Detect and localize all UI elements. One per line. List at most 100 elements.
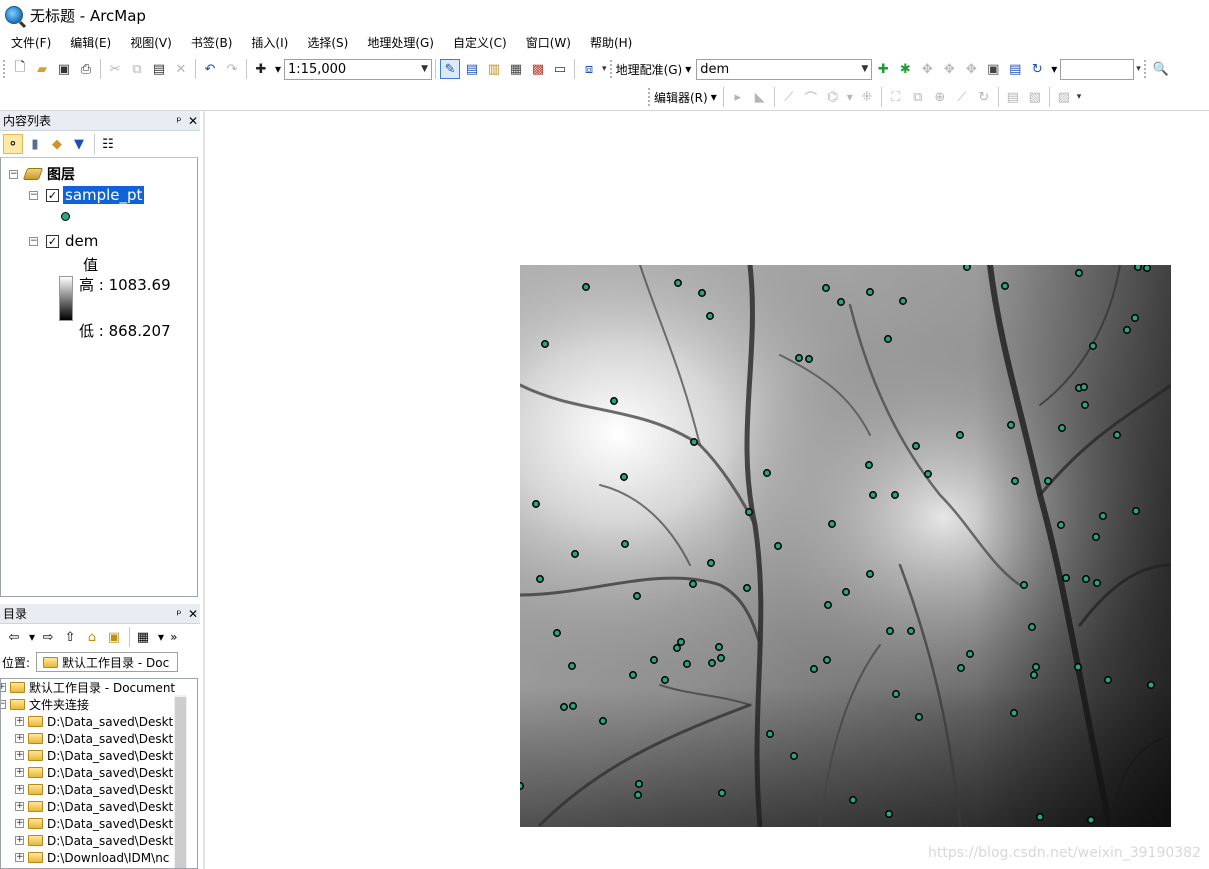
sample-point[interactable] bbox=[568, 662, 576, 670]
sample-point[interactable] bbox=[683, 660, 691, 668]
sample-point[interactable] bbox=[1007, 421, 1015, 429]
sample-point[interactable] bbox=[763, 469, 771, 477]
select-link-icon[interactable]: ✥ bbox=[917, 59, 937, 79]
sample-point[interactable] bbox=[915, 713, 923, 721]
sample-point[interactable] bbox=[661, 676, 669, 684]
redo-icon[interactable]: ↷ bbox=[222, 59, 242, 79]
sample-point[interactable] bbox=[842, 588, 850, 596]
scrollbar-thumb[interactable] bbox=[175, 697, 186, 868]
rotate-dropdown-icon[interactable]: ▾ bbox=[1048, 62, 1060, 76]
sample-point[interactable] bbox=[633, 592, 641, 600]
dem-raster[interactable] bbox=[520, 265, 1171, 827]
delete-icon[interactable]: ✕ bbox=[171, 59, 191, 79]
sample-point[interactable] bbox=[957, 664, 965, 672]
map-display[interactable]: https://blog.csdn.net/weixin_39190382 bbox=[205, 111, 1209, 869]
sample-point[interactable] bbox=[866, 288, 874, 296]
sample-point[interactable] bbox=[810, 665, 818, 673]
auto-register-icon[interactable]: ✱ bbox=[895, 59, 915, 79]
home-icon[interactable]: ⌂ bbox=[82, 627, 102, 647]
sample-point[interactable] bbox=[569, 702, 577, 710]
arctoolbox-icon[interactable]: ▩ bbox=[528, 59, 548, 79]
sample-point[interactable] bbox=[1113, 431, 1121, 439]
layer-row-dem[interactable]: − ✓ dem bbox=[29, 232, 98, 250]
sample-point[interactable] bbox=[690, 438, 698, 446]
sample-point[interactable] bbox=[865, 461, 873, 469]
map-scale-combo[interactable]: 1:15,000 ▼ bbox=[284, 58, 433, 80]
sample-point[interactable] bbox=[824, 601, 832, 609]
sample-point[interactable] bbox=[1123, 326, 1131, 334]
sample-point[interactable] bbox=[1036, 813, 1044, 821]
expand-icon[interactable]: + bbox=[15, 751, 24, 760]
create-features-icon[interactable]: ▨ bbox=[1054, 87, 1074, 107]
add-control-points-icon[interactable]: ✚ bbox=[873, 59, 893, 79]
sample-point[interactable] bbox=[1132, 507, 1140, 515]
sample-point[interactable] bbox=[541, 340, 549, 348]
expand-icon[interactable]: + bbox=[15, 836, 24, 845]
sample-point[interactable] bbox=[822, 284, 830, 292]
catalog-item[interactable]: + D:\Data_saved\Deskt bbox=[1, 815, 197, 832]
layer-name-sample-pt[interactable]: sample_pt bbox=[63, 186, 145, 204]
sample-point[interactable] bbox=[790, 752, 798, 760]
sample-point[interactable] bbox=[795, 354, 803, 362]
georeferencing-dropdown-icon[interactable]: ▾ bbox=[682, 62, 694, 76]
expand-icon[interactable]: + bbox=[15, 785, 24, 794]
catalog-item[interactable]: + D:\Data_saved\Deskt bbox=[1, 781, 197, 798]
sample-point[interactable] bbox=[1099, 512, 1107, 520]
sample-point[interactable] bbox=[520, 782, 524, 790]
sample-point[interactable] bbox=[715, 643, 723, 651]
undo-icon[interactable]: ↶ bbox=[200, 59, 220, 79]
layer-row-sample-pt[interactable]: − ✓ sample_pt bbox=[29, 186, 145, 204]
point-symbol-row[interactable] bbox=[61, 212, 70, 221]
construct-dropdown-icon[interactable]: ▾ bbox=[844, 90, 856, 104]
sample-point[interactable] bbox=[849, 796, 857, 804]
sample-point[interactable] bbox=[717, 654, 725, 662]
sample-point[interactable] bbox=[1093, 579, 1101, 587]
sample-point[interactable] bbox=[885, 810, 893, 818]
back-icon[interactable]: ⇦ bbox=[4, 627, 24, 647]
georeferencing-menu[interactable]: 地理配准(G) bbox=[616, 61, 683, 78]
add-data-dropdown-icon[interactable]: ▾ bbox=[272, 62, 284, 76]
sample-point[interactable] bbox=[560, 703, 568, 711]
sample-point[interactable] bbox=[650, 656, 658, 664]
close-icon[interactable]: ✕ bbox=[186, 607, 200, 621]
sample-point[interactable] bbox=[706, 312, 714, 320]
trace-icon[interactable]: ⌬ bbox=[823, 87, 843, 107]
sample-point[interactable] bbox=[553, 629, 561, 637]
collapse-icon[interactable]: − bbox=[29, 190, 38, 200]
editor-dropdown-icon[interactable]: ▾ bbox=[708, 90, 720, 104]
catalog-window-icon[interactable]: ▥ bbox=[484, 59, 504, 79]
sample-point[interactable] bbox=[1134, 265, 1142, 271]
sample-point[interactable] bbox=[718, 789, 726, 797]
catalog-item[interactable]: + D:\Data_saved\Deskt bbox=[1, 730, 197, 747]
reshape-feature-icon[interactable]: ⧉ bbox=[908, 87, 928, 107]
table-of-contents-icon[interactable]: ▤ bbox=[462, 59, 482, 79]
sample-point[interactable] bbox=[884, 335, 892, 343]
print-icon[interactable]: ⎙ bbox=[76, 59, 96, 79]
add-data-icon[interactable]: ✚ bbox=[251, 59, 271, 79]
menu-geoprocessing[interactable]: 地理处理(G) bbox=[356, 34, 442, 51]
sample-point[interactable] bbox=[866, 570, 874, 578]
pin-icon[interactable]: ᵖ bbox=[172, 114, 186, 128]
sample-point[interactable] bbox=[869, 491, 877, 499]
cut-icon[interactable]: ✂ bbox=[105, 59, 125, 79]
sample-point[interactable] bbox=[966, 650, 974, 658]
sample-point[interactable] bbox=[634, 791, 642, 799]
cut-polygons-icon[interactable]: ⊕ bbox=[930, 87, 950, 107]
sample-point[interactable] bbox=[689, 580, 697, 588]
list-by-visibility-icon[interactable]: ◆ bbox=[47, 134, 67, 154]
views-dropdown-icon[interactable]: ▾ bbox=[155, 630, 167, 644]
catalog-item[interactable]: + D:\Data_saved\Deskt bbox=[1, 798, 197, 815]
view-link-table-icon[interactable]: ▤ bbox=[1005, 59, 1025, 79]
expand-icon[interactable]: + bbox=[15, 734, 24, 743]
collapse-icon[interactable]: − bbox=[9, 169, 18, 179]
sample-point[interactable] bbox=[620, 473, 628, 481]
sample-point[interactable] bbox=[1143, 265, 1151, 272]
toolbar-overflow-icon[interactable]: ▾ bbox=[1136, 64, 1141, 74]
sample-point[interactable] bbox=[599, 717, 607, 725]
point-icon[interactable]: ⁜ bbox=[857, 87, 877, 107]
sample-point[interactable] bbox=[1020, 581, 1028, 589]
options-icon[interactable]: ☷ bbox=[98, 134, 118, 154]
sample-point[interactable] bbox=[1082, 575, 1090, 583]
sample-point[interactable] bbox=[837, 298, 845, 306]
sample-point[interactable] bbox=[1089, 342, 1097, 350]
